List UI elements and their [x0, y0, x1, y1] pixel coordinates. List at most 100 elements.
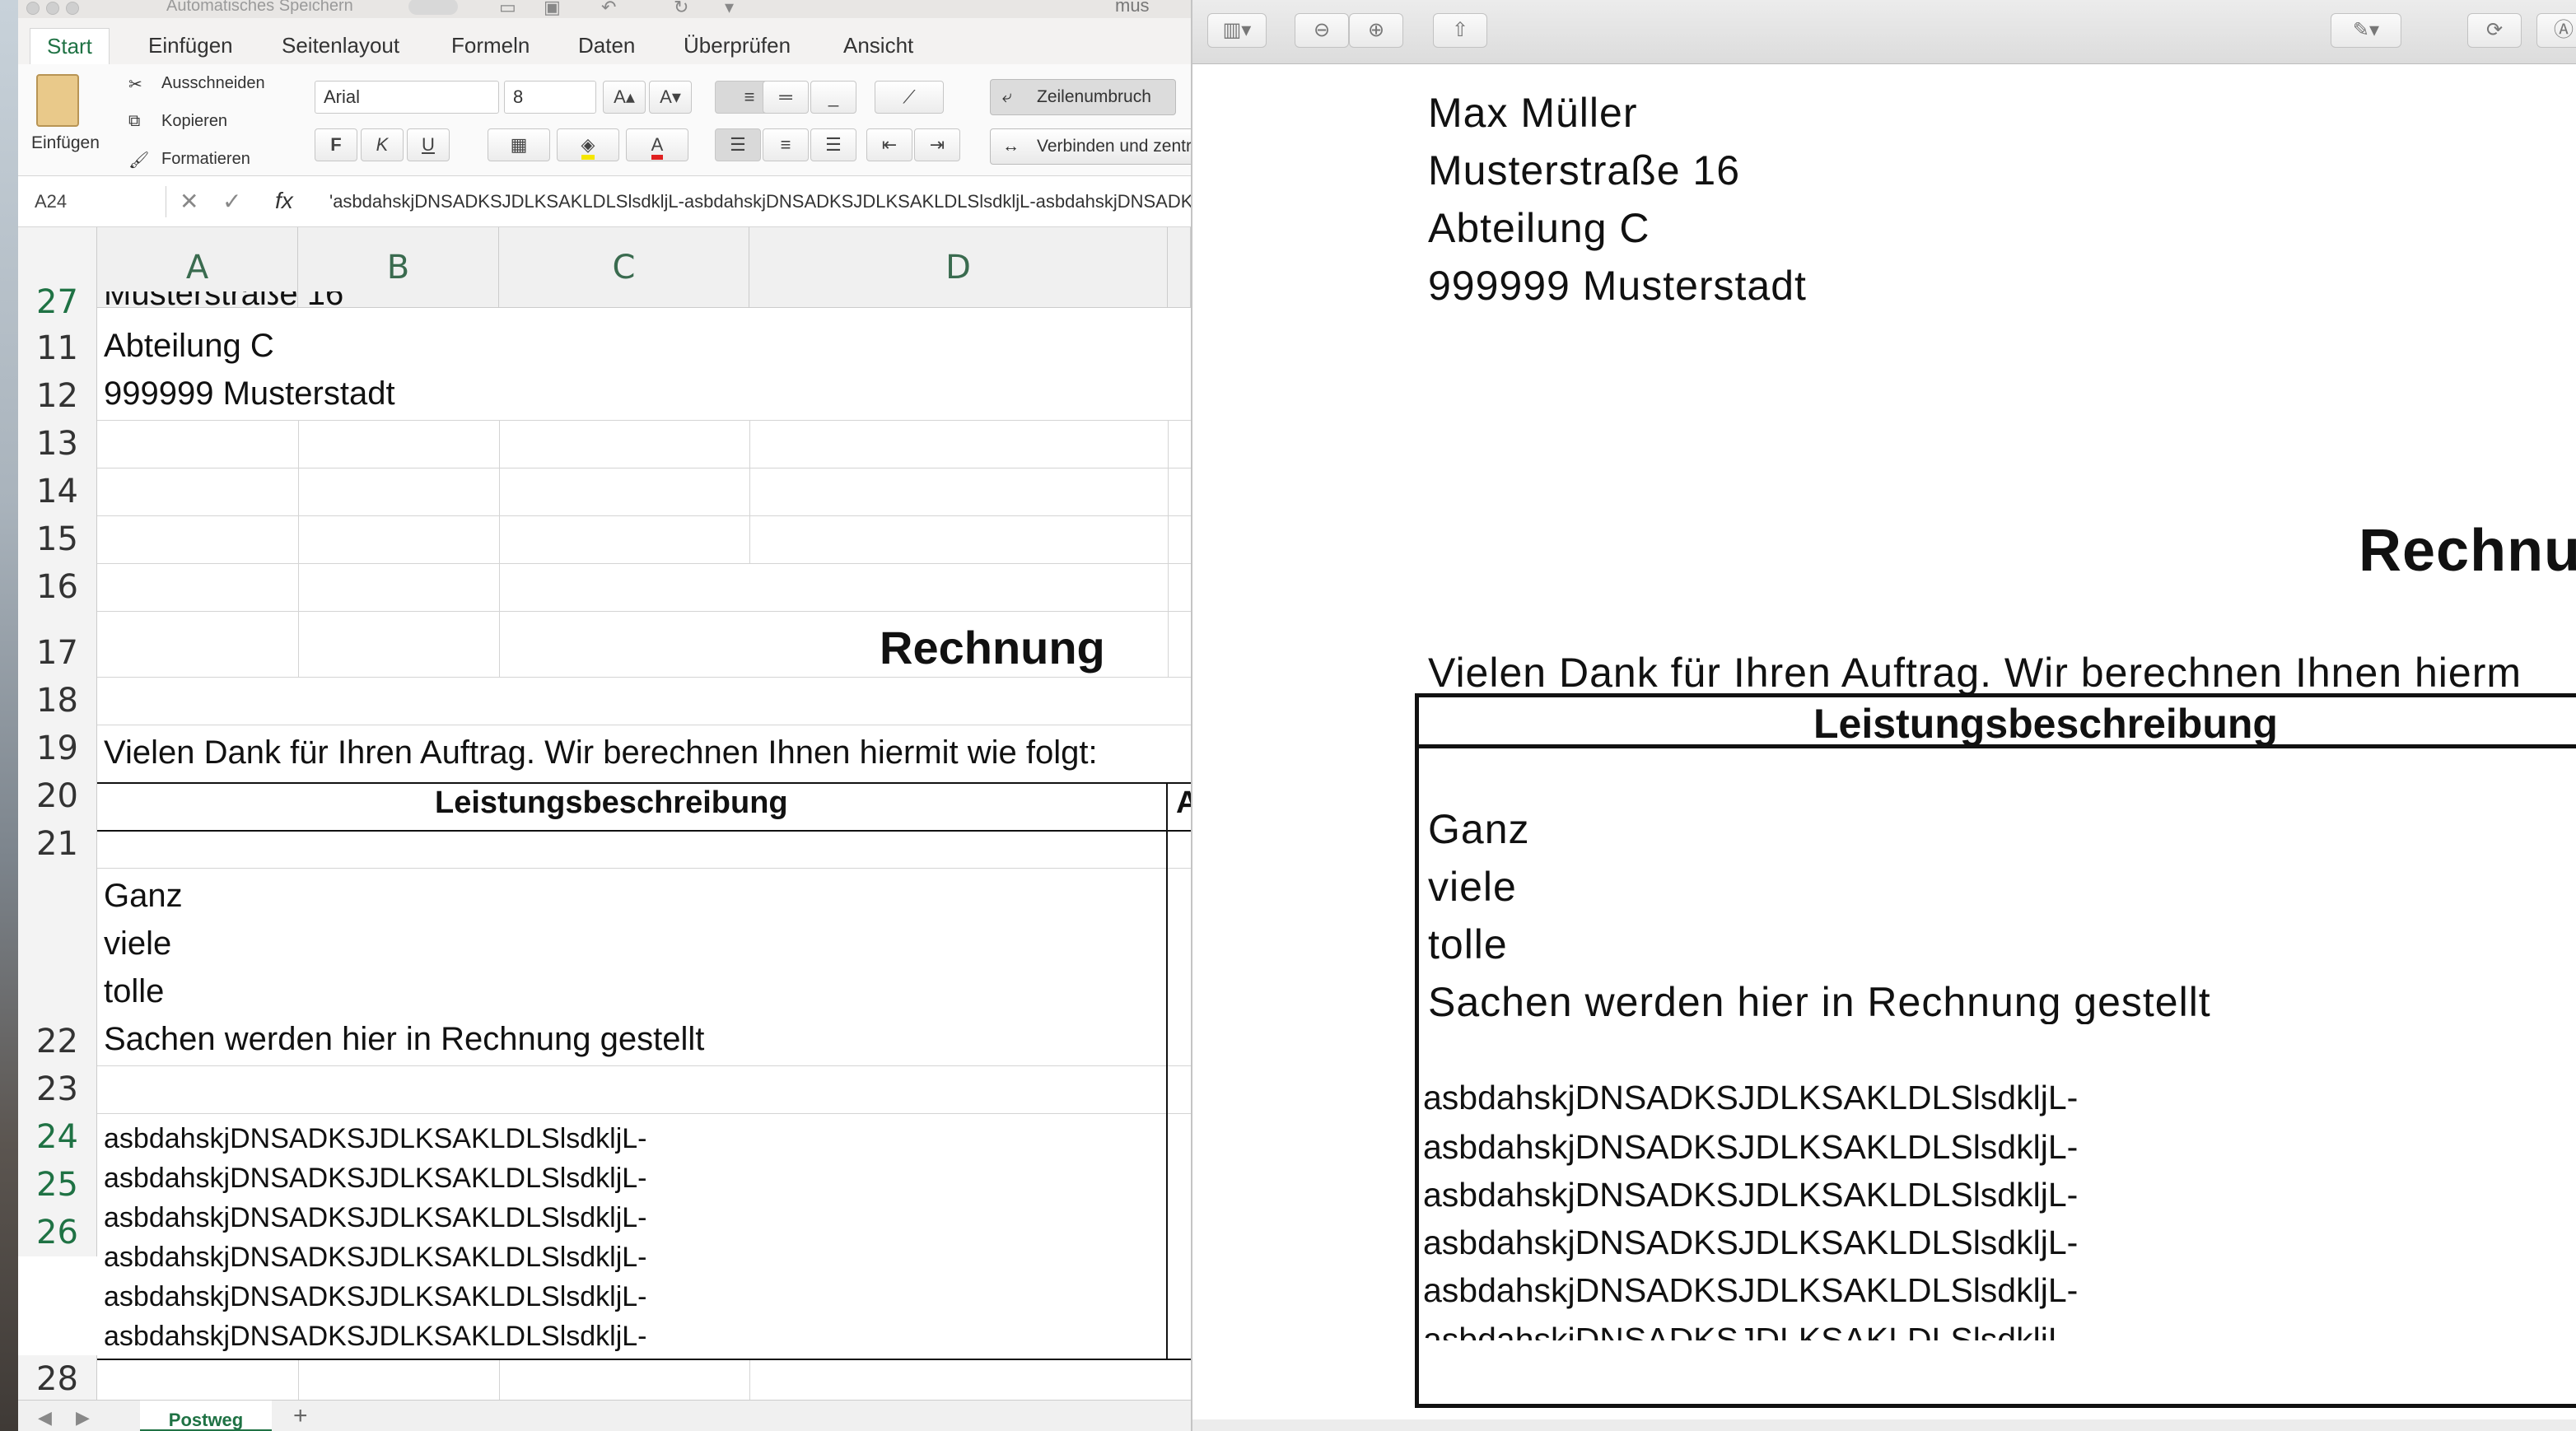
tab-einfuegen[interactable]: Einfügen — [148, 33, 233, 58]
row-header-19[interactable]: 19 — [18, 725, 97, 772]
close-window-button[interactable] — [26, 2, 40, 15]
paste-icon[interactable] — [36, 74, 79, 127]
row-header-11[interactable]: 11 — [18, 324, 97, 372]
cell-a12[interactable]: 999999 Musterstadt — [104, 375, 395, 413]
minimize-window-button[interactable] — [46, 2, 59, 15]
share-icon[interactable]: ⇧ — [1433, 13, 1487, 48]
tab-daten[interactable]: Daten — [578, 33, 635, 58]
zoom-window-button[interactable] — [66, 2, 79, 15]
cell-a22-line[interactable]: Sachen werden hier in Rechnung gestellt — [104, 1021, 704, 1058]
font-name-select[interactable]: Arial — [315, 81, 499, 114]
align-center-icon[interactable]: ≡ — [763, 128, 809, 161]
column-header-c[interactable]: C — [499, 227, 749, 308]
spreadsheet-grid[interactable]: A B C D 10 11 12 13 14 15 16 17 18 19 20… — [18, 227, 1191, 1400]
row-header-17[interactable]: 17 — [18, 611, 97, 677]
tab-formeln[interactable]: Formeln — [451, 33, 530, 58]
row-header-26[interactable]: 26 — [18, 1209, 97, 1256]
row-header-15[interactable]: 15 — [18, 515, 97, 563]
scroll-right-icon[interactable]: ▶ — [76, 1407, 90, 1429]
copy-label[interactable]: Kopieren — [161, 112, 227, 131]
gridline — [97, 611, 1191, 612]
sidebar-toggle-icon[interactable]: ▥▾ — [1207, 13, 1267, 48]
sheet-tab-postweg[interactable]: Postweg — [140, 1401, 272, 1431]
fill-color-icon[interactable]: ◈ — [557, 128, 619, 161]
redo-icon[interactable]: ↻ — [674, 0, 688, 18]
home-icon[interactable]: ▭ — [499, 0, 516, 18]
font-size-select[interactable]: 8 — [504, 81, 596, 114]
tab-ansicht[interactable]: Ansicht — [843, 33, 913, 58]
align-right-icon[interactable]: ☰ — [810, 128, 856, 161]
merge-center-button[interactable]: ↔ Verbinden und zentrieren — [990, 128, 1191, 165]
undo-icon[interactable]: ↶ — [601, 0, 616, 18]
name-box[interactable]: A24 — [18, 186, 166, 217]
rotate-icon[interactable]: ⟳ — [2467, 13, 2522, 48]
italic-button[interactable]: K — [361, 128, 404, 161]
cell-a10[interactable]: Musterstraße 16 — [104, 291, 343, 310]
row-header-22[interactable]: 22 — [18, 868, 97, 1065]
row-header-12[interactable]: 12 — [18, 372, 97, 420]
cell-a24-line[interactable]: asbdahskjDNSADKSJDLKSAKLDLSlsdkljL- — [104, 1321, 647, 1353]
row-header-13[interactable]: 13 — [18, 420, 97, 468]
confirm-icon[interactable]: ✓ — [222, 188, 241, 215]
cell-c17-invoice-title[interactable]: Rechnung — [880, 621, 1105, 674]
font-color-icon[interactable]: A — [626, 128, 688, 161]
cell-a11[interactable]: Abteilung C — [104, 328, 274, 365]
cell-a24-line[interactable]: asbdahskjDNSADKSJDLKSAKLDLSlsdkljL- — [104, 1242, 647, 1274]
cell-a22-line[interactable]: Ganz — [104, 878, 183, 915]
copy-icon[interactable]: ⧉ — [128, 112, 140, 131]
zoom-in-icon[interactable]: ⊕ — [1349, 13, 1403, 48]
markup-icon[interactable]: ✎▾ — [2331, 13, 2401, 48]
column-header-d[interactable]: D — [749, 227, 1168, 308]
formula-input[interactable]: 'asbdahskjDNSADKSJDLKSAKLDLSlsdkljL-asbd… — [329, 191, 1191, 212]
column-header-e[interactable] — [1168, 227, 1191, 308]
cell-e20-header[interactable]: A — [1176, 785, 1191, 821]
cell-a24-line[interactable]: asbdahskjDNSADKSJDLKSAKLDLSlsdkljL- — [104, 1123, 647, 1155]
row-header-16[interactable]: 16 — [18, 563, 97, 611]
scroll-left-icon[interactable]: ◀ — [38, 1407, 52, 1429]
tab-start[interactable]: Start — [30, 28, 110, 66]
tab-ueberpruefen[interactable]: Überprüfen — [684, 33, 791, 58]
autosave-toggle[interactable] — [408, 0, 458, 15]
format-painter-label[interactable]: Formatieren — [161, 150, 250, 169]
wrap-text-button[interactable]: ⤶ Zeilenumbruch — [990, 79, 1176, 115]
cancel-icon[interactable]: ✕ — [180, 188, 198, 215]
more-icon[interactable]: ▾ — [725, 0, 734, 18]
format-painter-icon[interactable]: 🖌 — [128, 150, 149, 170]
increase-indent-icon[interactable]: ⇥ — [914, 128, 960, 161]
align-left-icon[interactable]: ☰ — [715, 128, 761, 161]
annotate-icon[interactable]: Ⓐ — [2536, 13, 2576, 48]
function-icon[interactable]: fx — [275, 188, 293, 214]
cell-a19[interactable]: Vielen Dank für Ihren Auftrag. Wir berec… — [104, 734, 1098, 771]
underline-button[interactable]: U — [407, 128, 450, 161]
cell-a24-line[interactable]: asbdahskjDNSADKSJDLKSAKLDLSlsdkljL- — [104, 1163, 647, 1195]
scissors-icon[interactable]: ✂ — [128, 74, 142, 95]
shrink-font-icon[interactable]: A▾ — [649, 81, 692, 114]
orientation-icon[interactable]: ⟋ — [875, 81, 944, 114]
tab-seitenlayout[interactable]: Seitenlayout — [282, 33, 399, 58]
align-middle-icon[interactable]: ═ — [763, 81, 809, 114]
row-header-27[interactable]: 27 — [18, 227, 97, 326]
paste-label[interactable]: Einfügen — [31, 133, 100, 153]
cell-a24-line[interactable]: asbdahskjDNSADKSJDLKSAKLDLSlsdkljL- — [104, 1202, 647, 1234]
bold-button[interactable]: F — [315, 128, 357, 161]
cut-label[interactable]: Ausschneiden — [161, 74, 265, 93]
row-header-24[interactable]: 24 — [18, 1113, 97, 1161]
borders-icon[interactable]: ▦ — [488, 128, 550, 161]
row-header-25[interactable]: 25 — [18, 1161, 97, 1209]
cell-a22-line[interactable]: tolle — [104, 973, 164, 1010]
save-icon[interactable]: ▣ — [544, 0, 561, 18]
cell-a24-line[interactable]: asbdahskjDNSADKSJDLKSAKLDLSlsdkljL- — [104, 1281, 647, 1313]
cell-a20-header[interactable]: Leistungsbeschreibung — [435, 785, 788, 821]
row-header-23[interactable]: 23 — [18, 1065, 97, 1113]
cell-a22-line[interactable]: viele — [104, 925, 171, 963]
decrease-indent-icon[interactable]: ⇤ — [866, 128, 912, 161]
row-header-18[interactable]: 18 — [18, 677, 97, 725]
row-header-28[interactable]: 28 — [18, 1355, 97, 1400]
grow-font-icon[interactable]: A▴ — [603, 81, 646, 114]
add-sheet-icon[interactable]: + — [293, 1402, 308, 1430]
row-header-14[interactable]: 14 — [18, 468, 97, 515]
align-bottom-icon[interactable]: _ — [810, 81, 856, 114]
row-header-21[interactable]: 21 — [18, 820, 97, 868]
zoom-out-icon[interactable]: ⊖ — [1295, 13, 1349, 48]
row-header-20[interactable]: 20 — [18, 772, 97, 820]
